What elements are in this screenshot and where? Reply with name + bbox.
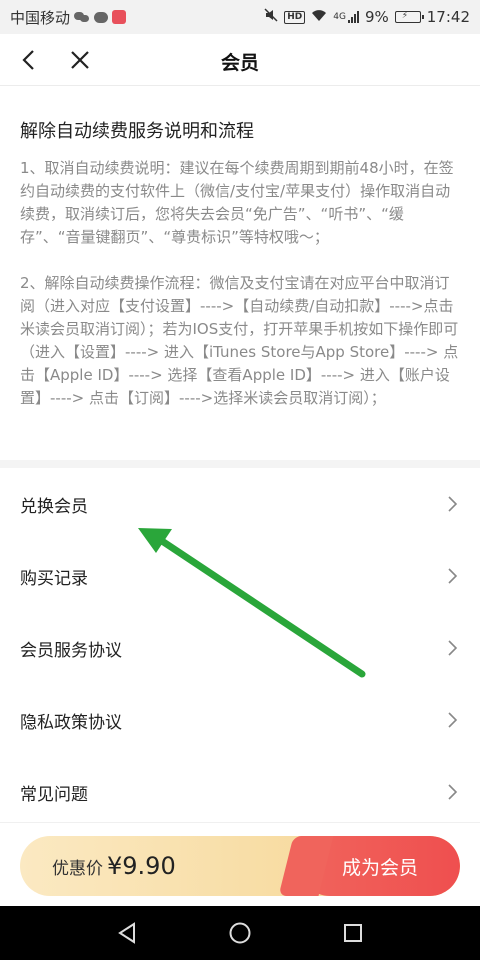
wifi-icon [311, 8, 327, 26]
menu-item-label: 兑换会员 [20, 496, 88, 517]
section-divider [0, 460, 480, 468]
notice-paragraph-cancel: 1、取消自动续费说明：建议在每个续费周期到期前48小时，在签约自动续费的支付软件… [20, 159, 454, 246]
status-bar: 中国移动 HD 4G 9% ⚡ 17:42 [0, 0, 480, 34]
notice-title: 解除自动续费服务说明和流程 [20, 121, 254, 142]
status-right: HD 4G 9% ⚡ 17:42 [264, 8, 470, 26]
battery-icon: ⚡ [394, 11, 424, 23]
chevron-right-icon [446, 496, 460, 512]
signal-icon [347, 11, 359, 23]
price-value: ¥9.90 [107, 852, 176, 880]
menu-item-label: 隐私政策协议 [20, 712, 122, 733]
chat-bubble-icon [94, 11, 109, 23]
menu-item-label: 会员服务协议 [20, 640, 122, 661]
hd-icon: HD [284, 10, 306, 24]
nav-back-button[interactable] [107, 913, 147, 953]
triangle-back-icon [117, 922, 135, 944]
battery-percent: 9% [364, 8, 389, 26]
menu-item-label: 购买记录 [20, 568, 88, 589]
wechat-icon [74, 11, 90, 23]
page-title: 会员 [220, 52, 259, 74]
purchase-bar: 优惠价 ¥9.90 成为会员 [0, 822, 480, 906]
menu-item-member-agreement[interactable]: 会员服务协议 [0, 612, 480, 684]
auto-renew-notice: 解除自动续费服务说明和流程 1、取消自动续费说明：建议在每个续费周期到期前48小… [0, 87, 480, 460]
mute-icon [264, 8, 278, 26]
become-member-button[interactable]: 成为会员 [300, 836, 460, 896]
header: 会员 [0, 34, 480, 86]
nav-recents-button[interactable] [333, 913, 373, 953]
purchase-pill: 优惠价 ¥9.90 成为会员 [20, 836, 460, 896]
menu-item-purchase-history[interactable]: 购买记录 [0, 540, 480, 612]
network-type: 4G [333, 12, 346, 22]
menu-item-redeem-membership[interactable]: 兑换会员 [0, 468, 480, 540]
chevron-right-icon [446, 784, 460, 800]
clock: 17:42 [426, 8, 470, 26]
chevron-right-icon [446, 568, 460, 584]
become-member-label: 成为会员 [341, 856, 418, 879]
chevron-right-icon [446, 640, 460, 656]
status-left: 中国移动 [10, 7, 127, 28]
carrier-name: 中国移动 [10, 8, 71, 27]
menu-item-label: 常见问题 [20, 784, 88, 805]
circle-home-icon [229, 922, 251, 944]
notice-paragraph-steps: 2、解除自动续费操作流程：微信及支付宝请在对应平台中取消订阅（进入对应【支付设置… [20, 274, 459, 407]
price-block: 优惠价 ¥9.90 [52, 836, 176, 896]
menu-item-privacy-policy[interactable]: 隐私政策协议 [0, 684, 480, 756]
nav-home-button[interactable] [220, 913, 260, 953]
menu-item-faq[interactable]: 常见问题 [0, 756, 480, 828]
chevron-right-icon [446, 712, 460, 728]
app-notification-icon [112, 10, 127, 24]
system-nav-bar [0, 906, 480, 960]
member-menu: 兑换会员 购买记录 会员服务协议 隐私政策协议 常见问题 [0, 468, 480, 828]
square-recents-icon [344, 924, 363, 942]
price-label: 优惠价 [52, 858, 103, 879]
